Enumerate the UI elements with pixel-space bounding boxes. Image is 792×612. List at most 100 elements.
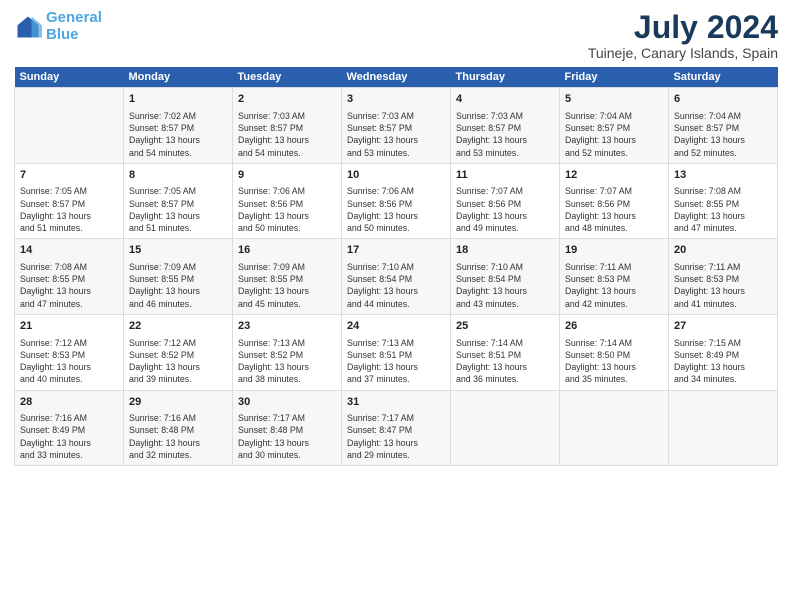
table-cell: 16Sunrise: 7:09 AMSunset: 8:55 PMDayligh… xyxy=(233,239,342,315)
cell-line: Sunrise: 7:17 AM xyxy=(238,412,336,424)
cell-content: Sunrise: 7:17 AMSunset: 8:47 PMDaylight:… xyxy=(347,412,445,461)
table-cell: 30Sunrise: 7:17 AMSunset: 8:48 PMDayligh… xyxy=(233,390,342,466)
calendar-table: Sunday Monday Tuesday Wednesday Thursday… xyxy=(14,67,778,466)
day-number: 29 xyxy=(129,395,227,410)
cell-line: Sunrise: 7:05 AM xyxy=(20,185,118,197)
table-cell: 13Sunrise: 7:08 AMSunset: 8:55 PMDayligh… xyxy=(669,163,778,239)
table-cell: 31Sunrise: 7:17 AMSunset: 8:47 PMDayligh… xyxy=(342,390,451,466)
cell-line: Sunrise: 7:05 AM xyxy=(129,185,227,197)
cell-content: Sunrise: 7:12 AMSunset: 8:52 PMDaylight:… xyxy=(129,337,227,386)
col-sunday: Sunday xyxy=(15,67,124,88)
cell-line: and 48 minutes. xyxy=(565,222,663,234)
table-cell: 28Sunrise: 7:16 AMSunset: 8:49 PMDayligh… xyxy=(15,390,124,466)
table-cell: 21Sunrise: 7:12 AMSunset: 8:53 PMDayligh… xyxy=(15,315,124,391)
day-number: 8 xyxy=(129,168,227,183)
cell-line: Sunset: 8:53 PM xyxy=(565,273,663,285)
cell-line: and 50 minutes. xyxy=(347,222,445,234)
day-number: 17 xyxy=(347,243,445,258)
cell-content: Sunrise: 7:11 AMSunset: 8:53 PMDaylight:… xyxy=(674,261,772,310)
cell-content: Sunrise: 7:07 AMSunset: 8:56 PMDaylight:… xyxy=(565,185,663,234)
cell-line: Sunrise: 7:08 AM xyxy=(20,261,118,273)
cell-line: Daylight: 13 hours xyxy=(347,361,445,373)
cell-line: Daylight: 13 hours xyxy=(20,210,118,222)
cell-line: Daylight: 13 hours xyxy=(456,210,554,222)
day-number: 21 xyxy=(20,319,118,334)
cell-content: Sunrise: 7:10 AMSunset: 8:54 PMDaylight:… xyxy=(347,261,445,310)
cell-content: Sunrise: 7:11 AMSunset: 8:53 PMDaylight:… xyxy=(565,261,663,310)
cell-line: Sunset: 8:57 PM xyxy=(674,122,772,134)
cell-line: Sunset: 8:56 PM xyxy=(238,198,336,210)
cell-line: Sunset: 8:50 PM xyxy=(565,349,663,361)
day-number: 2 xyxy=(238,92,336,107)
cell-line: Sunrise: 7:14 AM xyxy=(565,337,663,349)
cell-line: and 42 minutes. xyxy=(565,298,663,310)
cell-content: Sunrise: 7:07 AMSunset: 8:56 PMDaylight:… xyxy=(456,185,554,234)
cell-line: and 54 minutes. xyxy=(238,147,336,159)
table-cell: 22Sunrise: 7:12 AMSunset: 8:52 PMDayligh… xyxy=(124,315,233,391)
cell-line: and 30 minutes. xyxy=(238,449,336,461)
col-friday: Friday xyxy=(560,67,669,88)
table-cell: 26Sunrise: 7:14 AMSunset: 8:50 PMDayligh… xyxy=(560,315,669,391)
header: General Blue July 2024 Tuineje, Canary I… xyxy=(14,10,778,61)
day-number: 10 xyxy=(347,168,445,183)
title-block: July 2024 Tuineje, Canary Islands, Spain xyxy=(588,10,778,61)
week-row-1: 1Sunrise: 7:02 AMSunset: 8:57 PMDaylight… xyxy=(15,88,778,164)
cell-line: Sunrise: 7:14 AM xyxy=(456,337,554,349)
table-cell: 29 Sunrise: 7:16 AMSunset: 8:48 PMDayligh… xyxy=(124,390,233,466)
cell-line: Daylight: 13 hours xyxy=(347,285,445,297)
cell-line: Sunrise: 7:08 AM xyxy=(674,185,772,197)
header-row: Sunday Monday Tuesday Wednesday Thursday… xyxy=(15,67,778,88)
day-number: 5 xyxy=(565,92,663,107)
day-number: 3 xyxy=(347,92,445,107)
cell-line: Daylight: 13 hours xyxy=(347,210,445,222)
day-number: 25 xyxy=(456,319,554,334)
cell-content: Sunrise: 7:16 AMSunset: 8:48 PMDaylight:… xyxy=(129,412,227,461)
cell-line: and 36 minutes. xyxy=(456,373,554,385)
cell-line: Daylight: 13 hours xyxy=(129,437,227,449)
cell-content: Sunrise: 7:02 AMSunset: 8:57 PMDaylight:… xyxy=(129,110,227,159)
cell-line: and 45 minutes. xyxy=(238,298,336,310)
cell-line: Sunset: 8:47 PM xyxy=(347,424,445,436)
cell-line: Sunrise: 7:02 AM xyxy=(129,110,227,122)
cell-line: Sunrise: 7:06 AM xyxy=(238,185,336,197)
week-row-4: 21Sunrise: 7:12 AMSunset: 8:53 PMDayligh… xyxy=(15,315,778,391)
day-number: 15 xyxy=(129,243,227,258)
cell-content: Sunrise: 7:05 AMSunset: 8:57 PMDaylight:… xyxy=(129,185,227,234)
cell-line: Sunset: 8:57 PM xyxy=(129,198,227,210)
cell-line: Sunrise: 7:04 AM xyxy=(565,110,663,122)
table-cell: 5Sunrise: 7:04 AMSunset: 8:57 PMDaylight… xyxy=(560,88,669,164)
cell-line: and 41 minutes. xyxy=(674,298,772,310)
table-cell: 9Sunrise: 7:06 AMSunset: 8:56 PMDaylight… xyxy=(233,163,342,239)
cell-line: and 54 minutes. xyxy=(129,147,227,159)
table-cell: 25Sunrise: 7:14 AMSunset: 8:51 PMDayligh… xyxy=(451,315,560,391)
day-number: 27 xyxy=(674,319,772,334)
cell-line: Daylight: 13 hours xyxy=(20,285,118,297)
day-number: 16 xyxy=(238,243,336,258)
cell-line: and 43 minutes. xyxy=(456,298,554,310)
day-number: 19 xyxy=(565,243,663,258)
cell-line: Daylight: 13 hours xyxy=(674,361,772,373)
cell-line: Daylight: 13 hours xyxy=(674,210,772,222)
week-row-2: 7Sunrise: 7:05 AMSunset: 8:57 PMDaylight… xyxy=(15,163,778,239)
cell-line: Sunset: 8:48 PM xyxy=(129,424,227,436)
cell-line: Sunrise: 7:07 AM xyxy=(565,185,663,197)
cell-line: Sunset: 8:57 PM xyxy=(129,122,227,134)
cell-line: Daylight: 13 hours xyxy=(674,285,772,297)
day-number: 7 xyxy=(20,168,118,183)
cell-line: Daylight: 13 hours xyxy=(347,134,445,146)
table-cell: 6Sunrise: 7:04 AMSunset: 8:57 PMDaylight… xyxy=(669,88,778,164)
col-wednesday: Wednesday xyxy=(342,67,451,88)
cell-line: Sunset: 8:54 PM xyxy=(456,273,554,285)
cell-line: Sunrise: 7:13 AM xyxy=(238,337,336,349)
table-cell xyxy=(15,88,124,164)
cell-line: Daylight: 13 hours xyxy=(238,285,336,297)
cell-line: Sunrise: 7:16 AM xyxy=(129,412,227,424)
day-number: 18 xyxy=(456,243,554,258)
cell-line: Sunset: 8:54 PM xyxy=(347,273,445,285)
cell-line: Sunrise: 7:09 AM xyxy=(129,261,227,273)
cell-content: Sunrise: 7:06 AMSunset: 8:56 PMDaylight:… xyxy=(347,185,445,234)
cell-line: and 40 minutes. xyxy=(20,373,118,385)
day-number: 4 xyxy=(456,92,554,107)
cell-content: Sunrise: 7:08 AMSunset: 8:55 PMDaylight:… xyxy=(674,185,772,234)
cell-content: Sunrise: 7:08 AMSunset: 8:55 PMDaylight:… xyxy=(20,261,118,310)
